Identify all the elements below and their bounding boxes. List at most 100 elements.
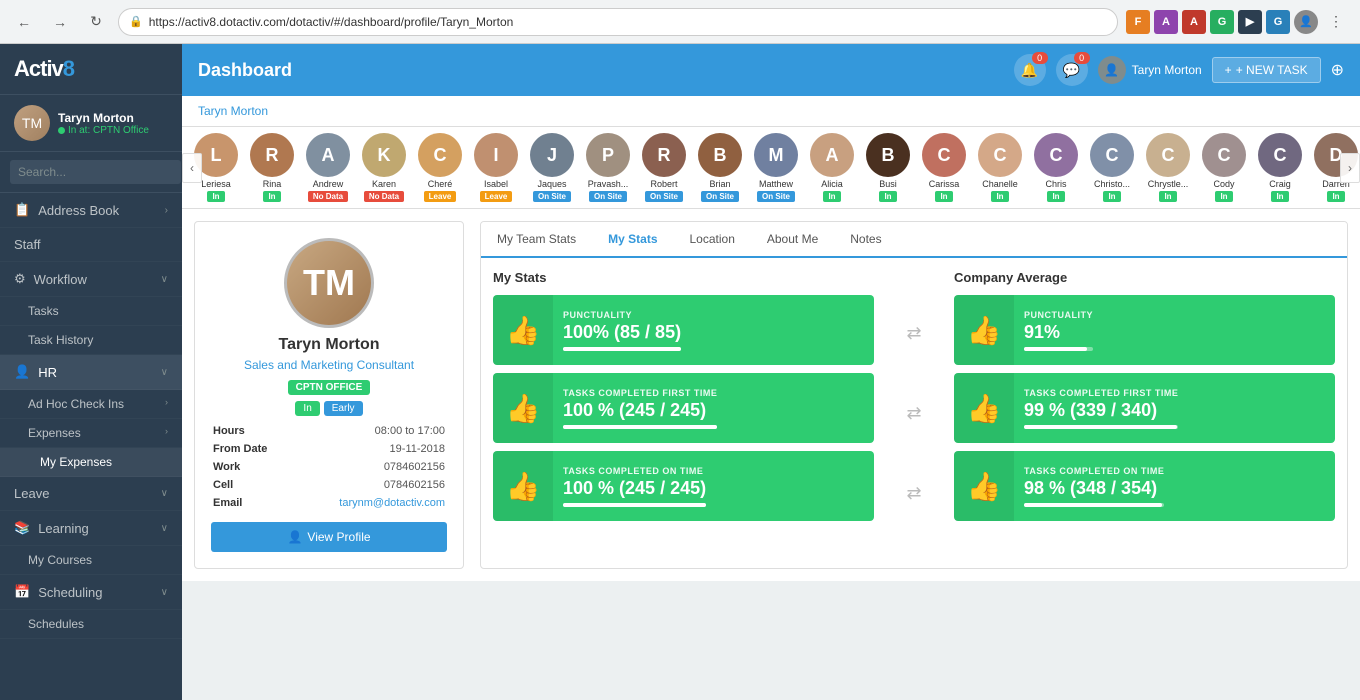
person-status-badge: In (1047, 191, 1064, 202)
person-card-chanelle[interactable]: C Chanelle In (974, 133, 1026, 202)
ext-icon-3[interactable]: A (1182, 10, 1206, 34)
person-status-badge: In (879, 191, 896, 202)
work-label: Work (211, 458, 293, 476)
person-card-robert[interactable]: R Robert On Site (638, 133, 690, 202)
user-avatar-browser[interactable]: 👤 (1294, 10, 1318, 34)
email-link[interactable]: tarynm@dotactiv.com (339, 497, 445, 509)
person-card-christo---[interactable]: C Christo... In (1086, 133, 1138, 202)
person-status-badge: On Site (701, 191, 739, 202)
sidebar-label-learning: Learning (38, 521, 89, 536)
person-strip: L Leriesa In R Rina In A Andrew No Data … (182, 127, 1360, 208)
person-card-rina[interactable]: R Rina In (246, 133, 298, 202)
app-container: Activ8 TM Taryn Morton In at: CPTN Offic… (0, 44, 1360, 700)
work-row: Work 0784602156 (211, 458, 447, 476)
new-task-button[interactable]: + + NEW TASK (1212, 57, 1321, 83)
share-button[interactable]: ⊕ (1331, 60, 1344, 80)
sidebar-item-my-courses[interactable]: My Courses (0, 546, 182, 575)
stat-value: 100 % (245 / 245) (563, 400, 717, 421)
sidebar-item-task-history[interactable]: Task History (0, 326, 182, 355)
person-card-craig[interactable]: C Craig In (1254, 133, 1306, 202)
thumbs-up-icon: 👍 (506, 314, 541, 347)
strip-nav-left[interactable]: ‹ (182, 153, 202, 183)
messages-button[interactable]: 💬 0 (1056, 54, 1088, 86)
person-name: Carissa (929, 179, 960, 189)
person-card-matthew[interactable]: M Matthew On Site (750, 133, 802, 202)
stats-tab-about-me[interactable]: About Me (751, 222, 834, 258)
person-card-brian[interactable]: B Brian On Site (694, 133, 746, 202)
sidebar-item-hr[interactable]: 👤 HR ∨ (0, 355, 182, 390)
person-card-karen[interactable]: K Karen No Data (358, 133, 410, 202)
ext-icon-2[interactable]: A (1154, 10, 1178, 34)
person-status-badge: In (1159, 191, 1176, 202)
view-profile-button[interactable]: 👤 View Profile (211, 522, 447, 552)
sidebar-item-tasks[interactable]: Tasks (0, 297, 182, 326)
ext-icon-4[interactable]: G (1210, 10, 1234, 34)
sidebar-item-staff[interactable]: Staff (0, 228, 182, 262)
person-card-chrystle---[interactable]: C Chrystle... In (1142, 133, 1194, 202)
person-card-andrew[interactable]: A Andrew No Data (302, 133, 354, 202)
sidebar-item-schedules[interactable]: Schedules (0, 610, 182, 639)
notifications-button[interactable]: 🔔 0 (1014, 54, 1046, 86)
person-card-cher-[interactable]: C Cheré Leave (414, 133, 466, 202)
stat-bar (1024, 425, 1178, 429)
person-card-carissa[interactable]: C Carissa In (918, 133, 970, 202)
person-card-pravash---[interactable]: P Pravash... On Site (582, 133, 634, 202)
forward-button[interactable]: → (46, 8, 74, 36)
ext-icon-6[interactable]: G (1266, 10, 1290, 34)
person-card-isabel[interactable]: I Isabel Leave (470, 133, 522, 202)
stat-bar-fill (1024, 347, 1087, 351)
back-button[interactable]: ← (10, 8, 38, 36)
person-card-alicia[interactable]: A Alicia In (806, 133, 858, 202)
person-name: Isabel (484, 179, 508, 189)
work-value: 0784602156 (293, 458, 447, 476)
address-bar[interactable]: 🔒 https://activ8.dotactiv.com/dotactiv/#… (118, 8, 1118, 36)
stats-tab-my-team-stats[interactable]: My Team Stats (481, 222, 592, 258)
sidebar-label-hr: HR (38, 365, 57, 380)
sidebar-label-schedules: Schedules (28, 617, 84, 631)
sidebar-item-learning[interactable]: 📚 Learning ∨ (0, 511, 182, 546)
stats-tab-my-stats[interactable]: My Stats (592, 222, 673, 258)
strip-nav-right[interactable]: › (1340, 153, 1360, 183)
stats-tab-location[interactable]: Location (674, 222, 751, 258)
stat-value: 100% (85 / 85) (563, 322, 681, 343)
person-status-badge: No Data (364, 191, 404, 202)
sidebar-item-leave[interactable]: Leave ∨ (0, 477, 182, 511)
person-card-jaques[interactable]: J Jaques On Site (526, 133, 578, 202)
search-input[interactable] (10, 160, 181, 184)
person-status-badge: In (823, 191, 840, 202)
sidebar-item-address-book[interactable]: 📋 Address Book › (0, 193, 182, 228)
thumbs-up-icon: 👍 (506, 470, 541, 503)
stats-tab-notes[interactable]: Notes (834, 222, 897, 258)
sidebar-user-section[interactable]: TM Taryn Morton In at: CPTN Office (0, 95, 182, 152)
workflow-chevron: ∨ (161, 274, 168, 285)
ext-icon-5[interactable]: ▶ (1238, 10, 1262, 34)
ext-icon-1[interactable]: F (1126, 10, 1150, 34)
person-card-chris[interactable]: C Chris In (1030, 133, 1082, 202)
sidebar-item-my-expenses[interactable]: My Expenses (0, 448, 182, 477)
stat-info: PUNCTUALITY 100% (85 / 85) (553, 302, 691, 359)
sidebar-item-workflow[interactable]: ⚙ Workflow ∨ (0, 262, 182, 297)
person-card-busi[interactable]: B Busi In (862, 133, 914, 202)
breadcrumb-text: Taryn Morton (198, 104, 268, 118)
sidebar-status-text: In at: CPTN Office (68, 125, 149, 136)
person-photo: C (1202, 133, 1246, 177)
person-photo: A (306, 133, 350, 177)
person-photo: B (698, 133, 742, 177)
navbar-user[interactable]: 👤 Taryn Morton (1098, 56, 1202, 84)
person-status-badge: In (263, 191, 280, 202)
sidebar-item-expenses[interactable]: Expenses › (0, 419, 182, 448)
stat-bar (563, 347, 681, 351)
sidebar-item-scheduling[interactable]: 📅 Scheduling ∨ (0, 575, 182, 610)
person-name: Pravash... (588, 179, 629, 189)
email-label: Email (211, 494, 293, 512)
sidebar-item-adhoc[interactable]: Ad Hoc Check Ins › (0, 390, 182, 419)
stat-icon-area: 👍 (954, 373, 1014, 443)
refresh-button[interactable]: ↻ (82, 8, 110, 36)
person-name: Leriesa (201, 179, 231, 189)
menu-button[interactable]: ⋮ (1322, 8, 1350, 36)
sidebar-user-info: Taryn Morton In at: CPTN Office (58, 111, 149, 136)
top-navbar: Dashboard 🔔 0 💬 0 👤 Taryn Morton (182, 44, 1360, 96)
person-photo: C (418, 133, 462, 177)
person-card-cody[interactable]: C Cody In (1198, 133, 1250, 202)
breadcrumb: Taryn Morton (182, 96, 1360, 127)
